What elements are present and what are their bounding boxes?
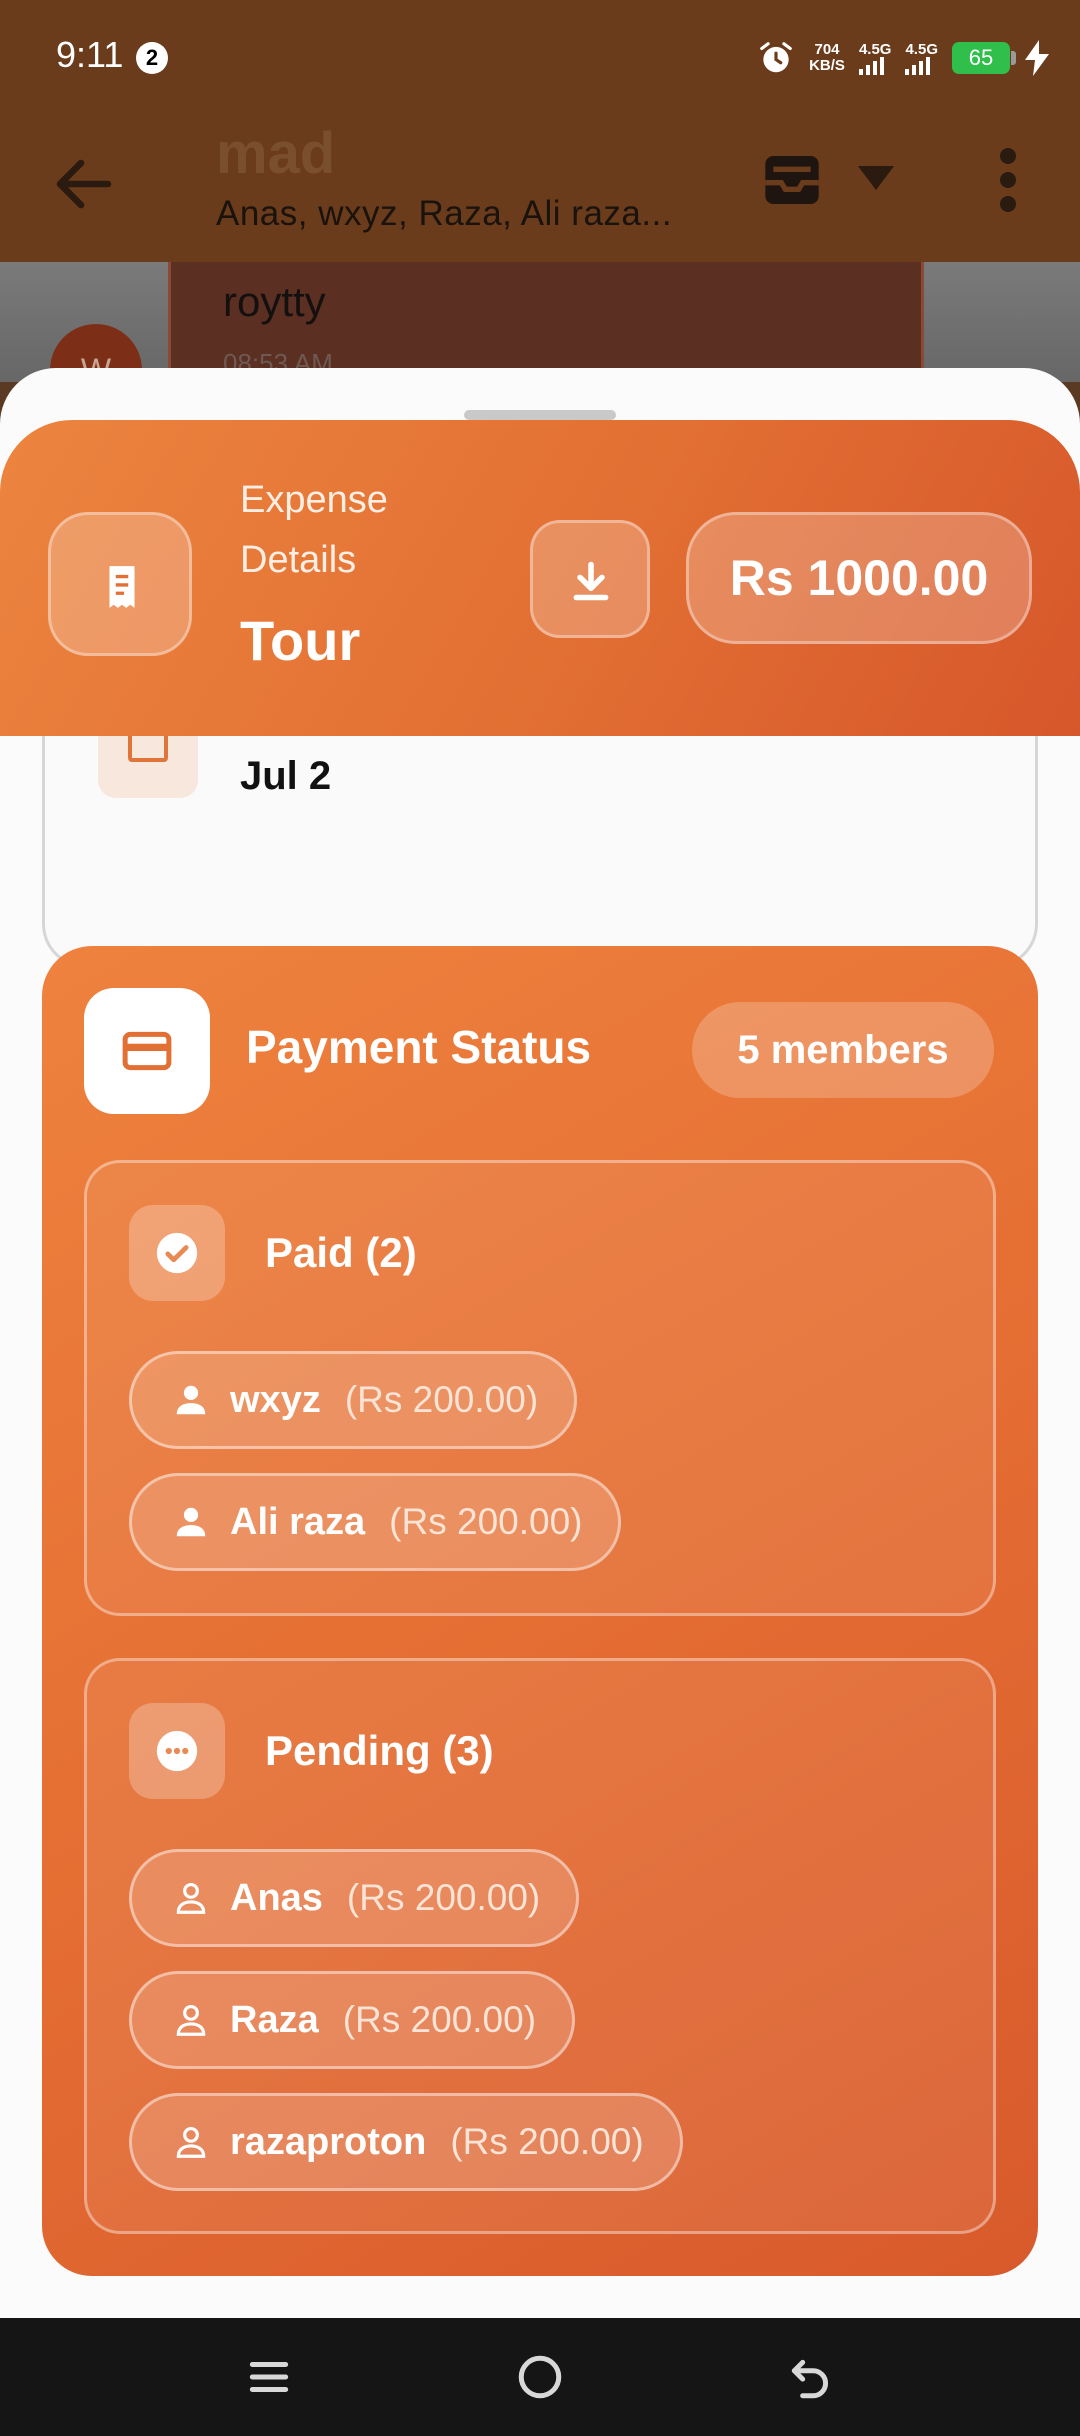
expense-title: Tour (240, 609, 361, 672)
paid-member-chip[interactable]: wxyz (Rs 200.00) (129, 1351, 578, 1449)
sim1-label: 4.5G (858, 40, 892, 58)
signal-bars-icon (858, 56, 884, 75)
sheet-drag-handle[interactable] (464, 410, 616, 420)
download-icon (573, 561, 609, 601)
member-amount: (Rs 200.00) (342, 1999, 537, 2040)
payment-status-title: Payment Status (246, 1021, 592, 1073)
paid-member-chip[interactable]: Ali raza (Rs 200.00) (129, 1473, 622, 1571)
download-button[interactable] (530, 520, 650, 638)
expense-date: Jul 2 (240, 754, 332, 798)
inbox-tray-icon[interactable] (760, 148, 824, 212)
check-circle-icon (156, 1232, 198, 1274)
status-icons: 704 KB/S 4.5G 4.5G 65 (757, 34, 1050, 82)
receipt-icon-box (48, 512, 192, 656)
member-amount: (Rs 200.00) (450, 2121, 644, 2162)
back-arrow-icon[interactable] (48, 148, 120, 220)
expense-details-label: Expense Details (240, 479, 388, 581)
signal-bars-icon (905, 56, 931, 75)
person-outline-icon (176, 1882, 206, 1914)
chat-title[interactable]: mad (216, 120, 335, 187)
member-name: Ali raza (230, 1500, 366, 1543)
expense-details-sheet: Jul 2 Expense Details Tour Rs 1000.00 Pa… (0, 368, 1080, 2318)
paid-group: Paid (2) wxyz (Rs 200.00) Ali raza (Rs 2… (84, 1160, 996, 1616)
member-amount: (Rs 200.00) (346, 1877, 541, 1918)
network-speed-unit: KB/S (809, 57, 845, 74)
member-name: Anas (230, 1876, 323, 1919)
more-horizontal-circle-icon (156, 1730, 198, 1772)
sim1-signal: 4.5G (858, 40, 892, 75)
total-amount-badge: Rs 1000.00 (686, 512, 1032, 644)
charging-bolt-icon (1025, 40, 1049, 76)
pending-group-title: Pending (3) (265, 1727, 494, 1774)
pending-icon-box (129, 1703, 225, 1799)
member-amount: (Rs 200.00) (344, 1379, 539, 1420)
status-bar: 9:11 2 704 KB/S 4.5G 4.5G 65 (0, 0, 1080, 112)
person-filled-icon (176, 1385, 206, 1415)
chat-members-subtitle[interactable]: Anas, wxyz, Raza, Ali raza... (216, 194, 672, 234)
person-outline-icon (176, 2004, 206, 2036)
sim2-label: 4.5G (905, 40, 938, 58)
person-outline-icon (176, 2126, 206, 2158)
expense-header-banner: Expense Details Tour Rs 1000.00 (0, 420, 1080, 736)
chat-messages-background: W roytty 08:53 AM (0, 262, 1080, 416)
app-top-bar: 9:11 2 704 KB/S 4.5G 4.5G 65 mad Anas, w… (0, 0, 1080, 262)
paid-group-title: Paid (2) (265, 1229, 417, 1276)
pending-member-chip[interactable]: Anas (Rs 200.00) (129, 1849, 580, 1947)
more-vertical-icon[interactable] (996, 148, 1020, 212)
sim2-signal: 4.5G (905, 42, 938, 75)
pending-member-chip[interactable]: Raza (Rs 200.00) (129, 1971, 576, 2069)
menu-icon[interactable] (244, 2352, 294, 2402)
back-icon[interactable] (786, 2352, 836, 2402)
message-text: roytty (223, 278, 326, 325)
home-circle-icon[interactable] (515, 2352, 565, 2402)
pending-group: Pending (3) Anas (Rs 200.00) Raza (Rs 20… (84, 1658, 996, 2234)
network-speed: 704 KB/S (809, 42, 845, 74)
chevron-down-icon[interactable] (858, 166, 894, 190)
member-name: razaproton (230, 2120, 427, 2163)
paid-icon-box (129, 1205, 225, 1301)
credit-card-icon (122, 1031, 172, 1071)
system-navigation-bar (0, 2318, 1080, 2436)
member-name: Raza (230, 1998, 319, 2041)
payment-icon-box (84, 988, 210, 1114)
member-name: wxyz (230, 1378, 321, 1421)
member-amount: (Rs 200.00) (389, 1501, 583, 1542)
chat-header: mad Anas, wxyz, Raza, Ali raza... (0, 112, 1080, 262)
battery-indicator: 65 (952, 42, 1016, 74)
network-speed-value: 704 (814, 41, 840, 58)
person-filled-icon (176, 1507, 206, 1537)
status-time: 9:11 (56, 34, 124, 75)
notification-count-badge: 2 (136, 42, 168, 74)
payment-status-card: Payment Status 5 members Paid (2) wxyz (… (42, 946, 1038, 2276)
alarm-icon (760, 42, 792, 73)
members-count-badge: 5 members (692, 1002, 994, 1098)
pending-member-chip[interactable]: razaproton (Rs 200.00) (129, 2093, 683, 2191)
receipt-icon (109, 566, 135, 608)
